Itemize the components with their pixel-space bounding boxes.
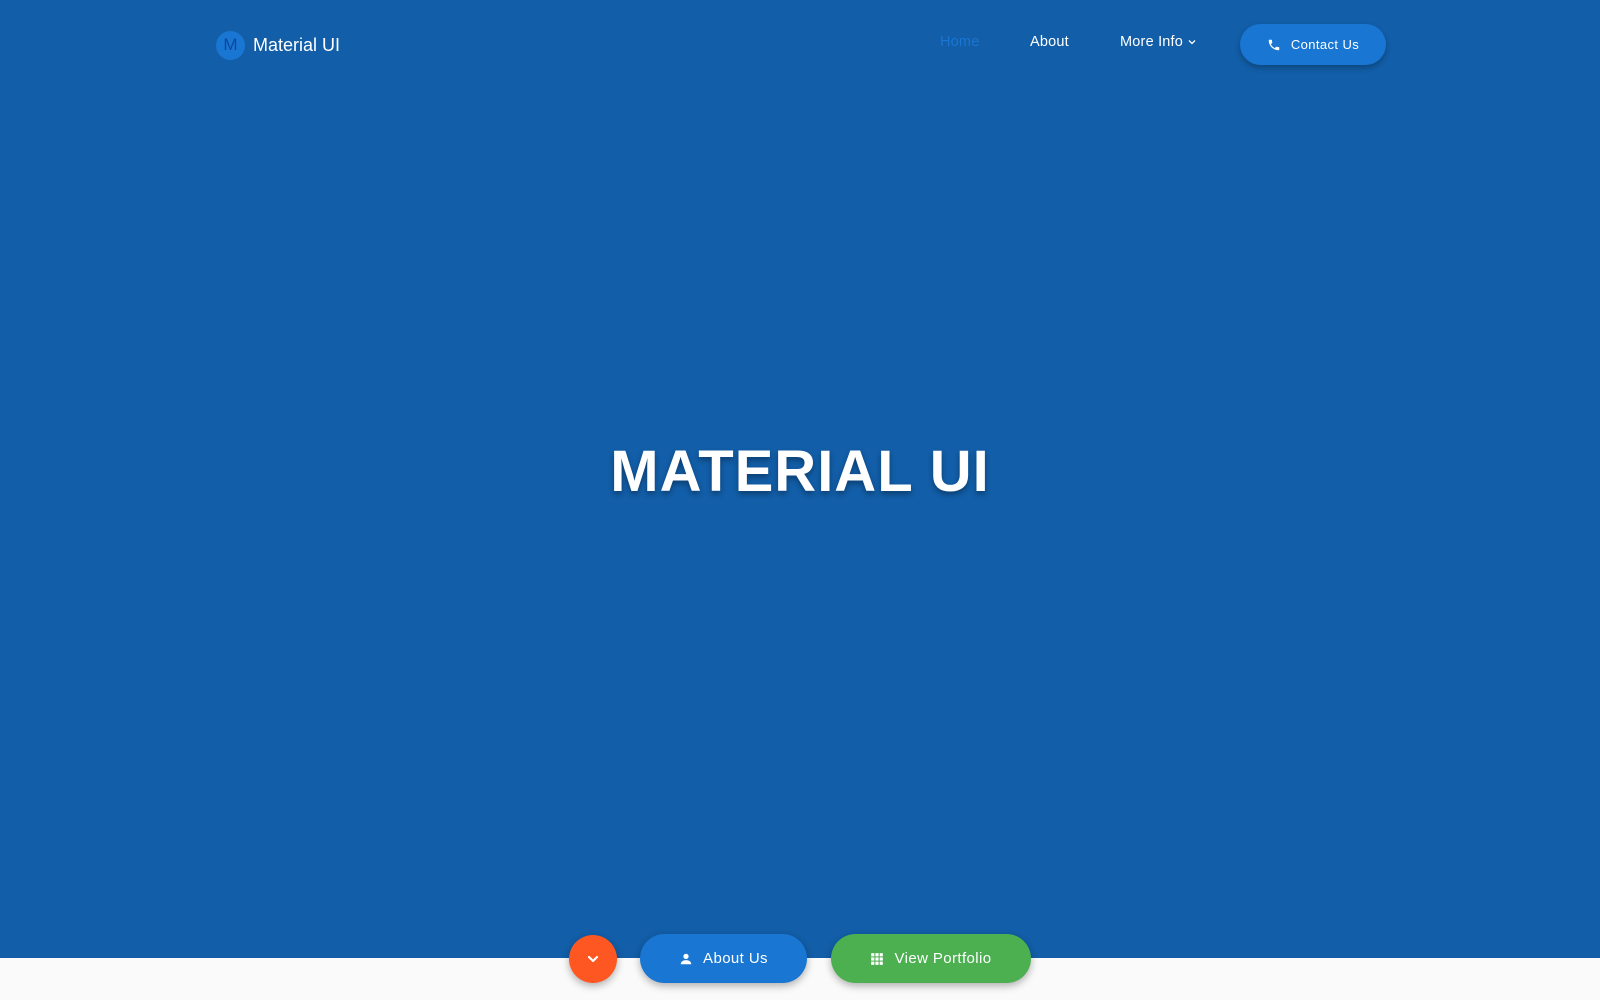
about-us-label: About Us: [703, 950, 768, 967]
contact-us-label: Contact Us: [1290, 37, 1360, 52]
chevron-down-icon: [587, 955, 599, 963]
nav-link-about[interactable]: About: [1030, 34, 1069, 50]
hero-title: MATERIAL UI: [610, 439, 990, 504]
brand-logo: M: [216, 30, 245, 60]
view-portfolio-label: View Portfolio: [894, 950, 992, 967]
scroll-down-button[interactable]: [569, 935, 617, 983]
nav-link-more-info-label: More Info: [1120, 34, 1184, 50]
brand[interactable]: M Material UI: [216, 30, 340, 60]
about-us-button[interactable]: About Us: [640, 934, 807, 983]
navbar: M Material UI Home About More Info Conta…: [0, 0, 1600, 90]
chevron-down-icon: [1188, 40, 1196, 45]
phone-icon: [1268, 39, 1280, 50]
hero-section: M Material UI Home About More Info Conta…: [0, 0, 1600, 958]
person-icon: [680, 953, 692, 964]
grid-icon: [871, 952, 884, 965]
brand-name: Material UI: [253, 34, 341, 55]
contact-us-button[interactable]: Contact Us: [1240, 24, 1386, 65]
nav-link-more-info[interactable]: More Info: [1120, 34, 1197, 50]
nav-link-home[interactable]: Home: [940, 34, 979, 50]
view-portfolio-button[interactable]: View Portfolio: [831, 934, 1031, 983]
